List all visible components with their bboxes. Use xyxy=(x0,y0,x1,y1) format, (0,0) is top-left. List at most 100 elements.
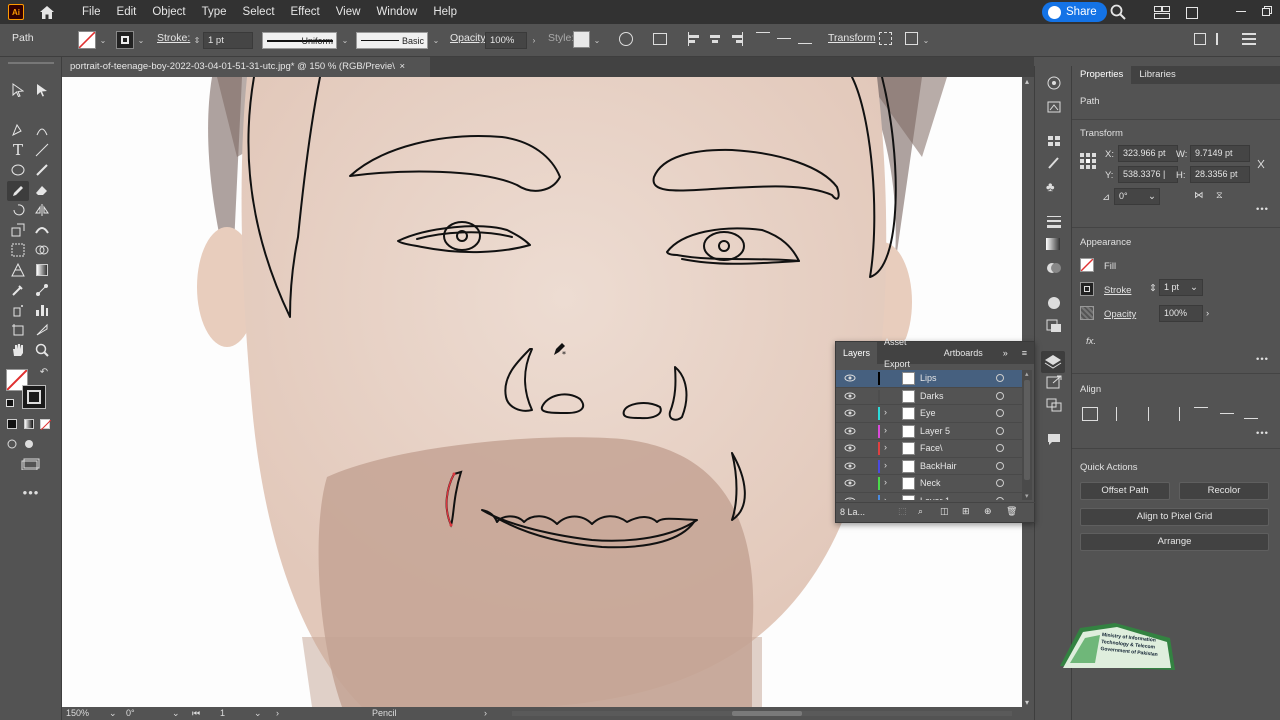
layer-row[interactable]: Lips xyxy=(836,370,1022,388)
rotation-value[interactable]: 0° xyxy=(126,708,135,718)
selection-tool-icon[interactable] xyxy=(9,81,27,99)
create-layer-icon[interactable]: ⊕ xyxy=(984,506,992,517)
stroke-label[interactable]: Stroke: xyxy=(157,32,190,44)
opacity-slider-arrow-icon[interactable]: › xyxy=(1206,308,1209,319)
panel-align-top-icon[interactable] xyxy=(1194,407,1208,419)
align-bottom-icon[interactable] xyxy=(798,32,812,44)
expand-layer-icon[interactable]: › xyxy=(884,425,887,435)
style-dropdown-icon[interactable]: ⌄ xyxy=(591,32,603,49)
zoom-dropdown-icon[interactable]: ⌄ xyxy=(109,708,117,719)
share-button[interactable]: Share xyxy=(1042,2,1107,22)
asset-export-icon[interactable] xyxy=(1046,375,1062,389)
panel-align-right-icon[interactable] xyxy=(1168,407,1180,421)
none-mode-icon[interactable] xyxy=(38,417,52,431)
screen-mode-icon[interactable] xyxy=(19,457,43,471)
visibility-eye-icon[interactable] xyxy=(844,408,856,418)
window-restore-icon[interactable] xyxy=(1262,6,1272,16)
eraser-tool-icon[interactable] xyxy=(33,181,51,199)
appearance-panel-icon[interactable] xyxy=(1046,296,1062,310)
visibility-eye-icon[interactable] xyxy=(844,443,856,453)
select-similar-icon[interactable] xyxy=(905,32,918,45)
ellipse-tool-icon[interactable] xyxy=(9,161,27,179)
flip-vertical-icon[interactable]: ⧖ xyxy=(1216,190,1223,201)
recolor-artwork-icon[interactable] xyxy=(619,32,633,46)
x-field[interactable]: 323.966 pt xyxy=(1118,145,1178,162)
line-tool-icon[interactable] xyxy=(33,141,51,159)
brush-dropdown-icon[interactable]: ⌄ xyxy=(430,32,442,49)
panel-options-icon[interactable] xyxy=(1216,33,1228,45)
align-right-icon[interactable] xyxy=(731,32,743,46)
opacity-field[interactable]: 100% xyxy=(485,32,527,49)
collapse-panel-icon[interactable]: » xyxy=(996,342,1015,364)
appearance-more-icon[interactable]: ••• xyxy=(1256,354,1269,365)
hand-tool-icon[interactable] xyxy=(9,341,27,359)
select-similar-dropdown-icon[interactable]: ⌄ xyxy=(920,32,932,49)
visibility-eye-icon[interactable] xyxy=(844,461,856,471)
arrange-documents-icon[interactable] xyxy=(1154,6,1170,19)
transform-more-icon[interactable]: ••• xyxy=(1256,204,1269,215)
perspective-grid-tool-icon[interactable] xyxy=(9,261,27,279)
layer-name[interactable]: Layer 1 xyxy=(920,496,950,501)
pencil-tool-icon[interactable] xyxy=(7,181,29,201)
align-to-selection-icon[interactable] xyxy=(1082,407,1098,421)
layer-row[interactable]: Darks xyxy=(836,388,1022,405)
delete-layer-icon[interactable]: 🗑 xyxy=(1006,506,1017,517)
width-field[interactable]: 9.7149 pt xyxy=(1190,145,1250,162)
locate-object-icon[interactable]: ⌕ xyxy=(918,506,923,517)
visibility-eye-icon[interactable] xyxy=(844,391,856,401)
offset-path-button[interactable]: Offset Path xyxy=(1080,482,1170,500)
stroke-weight-dropdown-icon[interactable]: ⌄ xyxy=(1190,282,1198,293)
opacity-field-panel[interactable]: 100% xyxy=(1159,305,1203,322)
visibility-eye-icon[interactable] xyxy=(844,426,856,436)
flip-horizontal-icon[interactable]: ⋈ xyxy=(1194,190,1204,201)
stroke-weight-stepper-panel[interactable]: ⇕ xyxy=(1149,283,1157,294)
expand-layer-icon[interactable]: › xyxy=(884,477,887,487)
color-mode-icon[interactable] xyxy=(5,417,19,431)
align-top-icon[interactable] xyxy=(756,32,770,44)
stroke-swatch-panel[interactable] xyxy=(1080,282,1094,296)
direct-selection-tool-icon[interactable] xyxy=(33,81,51,99)
menu-help[interactable]: Help xyxy=(425,0,465,24)
search-icon[interactable] xyxy=(1110,4,1126,20)
opacity-label[interactable]: Opacity: xyxy=(450,32,489,44)
pen-tool-icon[interactable] xyxy=(9,121,27,139)
comments-icon[interactable] xyxy=(1046,432,1062,446)
panel-align-center-icon[interactable] xyxy=(1148,407,1160,421)
arrange-button[interactable]: Arrange xyxy=(1080,533,1269,551)
target-circle-icon[interactable] xyxy=(996,391,1004,400)
layer-row[interactable]: › Neck xyxy=(836,475,1022,493)
window-minimize-icon[interactable] xyxy=(1236,11,1246,13)
menu-type[interactable]: Type xyxy=(194,0,235,24)
scroll-up-icon[interactable]: ▴ xyxy=(1025,77,1029,86)
constrain-proportions-icon[interactable] xyxy=(1255,157,1267,171)
first-artboard-icon[interactable]: ⏮ xyxy=(192,708,200,719)
default-fill-stroke-icon[interactable] xyxy=(4,397,16,409)
fill-swatch-panel[interactable] xyxy=(1080,258,1094,272)
layer-name[interactable]: Neck xyxy=(920,478,941,488)
brushes-icon[interactable] xyxy=(1046,156,1062,170)
layer-row[interactable]: › Eye xyxy=(836,405,1022,423)
make-clipping-mask-icon[interactable]: ◫ xyxy=(940,506,949,517)
eyedropper-tool-icon[interactable] xyxy=(9,281,27,299)
visibility-eye-icon[interactable] xyxy=(844,496,856,500)
tab-artboards[interactable]: Artboards xyxy=(937,342,990,364)
panel-align-middle-icon[interactable] xyxy=(1220,407,1234,419)
column-graph-tool-icon[interactable] xyxy=(33,301,51,319)
align-horizontal-center-icon[interactable] xyxy=(709,32,721,46)
target-circle-icon[interactable] xyxy=(996,444,1004,452)
rotation-dropdown-icon[interactable]: ⌄ xyxy=(172,708,180,719)
layer-row[interactable]: › BackHair xyxy=(836,458,1022,475)
target-circle-icon[interactable] xyxy=(996,479,1004,487)
graphic-styles-icon[interactable] xyxy=(1046,319,1062,333)
layer-name[interactable]: Lips xyxy=(920,373,937,383)
layer-row[interactable]: › Face\ xyxy=(836,440,1022,458)
stroke-color-icon[interactable] xyxy=(22,385,46,409)
menu-view[interactable]: View xyxy=(328,0,369,24)
draw-normal-icon[interactable] xyxy=(5,437,19,451)
recolor-button[interactable]: Recolor xyxy=(1179,482,1269,500)
width-tool-icon[interactable] xyxy=(33,221,51,239)
expand-layer-icon[interactable]: › xyxy=(884,495,887,501)
toolbar-grip[interactable] xyxy=(8,62,54,64)
stroke-swatch[interactable] xyxy=(116,31,134,49)
graphic-style-swatch[interactable] xyxy=(573,31,590,48)
